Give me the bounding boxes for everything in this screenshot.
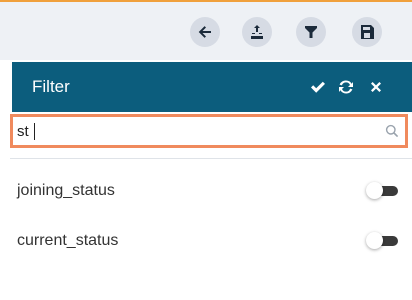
- filter-button[interactable]: [296, 17, 326, 47]
- refresh-icon[interactable]: [336, 77, 356, 97]
- export-icon: [251, 25, 263, 39]
- column-label: current_status: [17, 232, 119, 249]
- funnel-icon: [305, 26, 317, 38]
- search-box: [10, 114, 408, 148]
- divider: [10, 158, 412, 159]
- close-icon[interactable]: [366, 77, 386, 97]
- search-input[interactable]: [15, 119, 379, 143]
- floppy-disk-icon: [361, 25, 374, 39]
- toolbar: [0, 2, 412, 60]
- list-item: current_status: [14, 230, 412, 254]
- list-item: joining_status: [14, 180, 412, 204]
- column-toggle[interactable]: [366, 182, 400, 199]
- toggle-knob: [366, 232, 383, 249]
- arrow-left-icon: [198, 26, 211, 38]
- column-toggle[interactable]: [366, 232, 400, 249]
- search-icon[interactable]: [385, 124, 399, 143]
- check-icon[interactable]: [308, 77, 328, 97]
- export-button[interactable]: [242, 17, 272, 47]
- filter-panel-title: Filter: [32, 77, 70, 96]
- column-label: joining_status: [17, 182, 115, 199]
- filter-panel-header: Filter: [12, 62, 412, 112]
- save-button[interactable]: [352, 17, 382, 47]
- back-button[interactable]: [190, 17, 220, 47]
- toggle-knob: [366, 182, 383, 199]
- text-caret: [34, 123, 35, 140]
